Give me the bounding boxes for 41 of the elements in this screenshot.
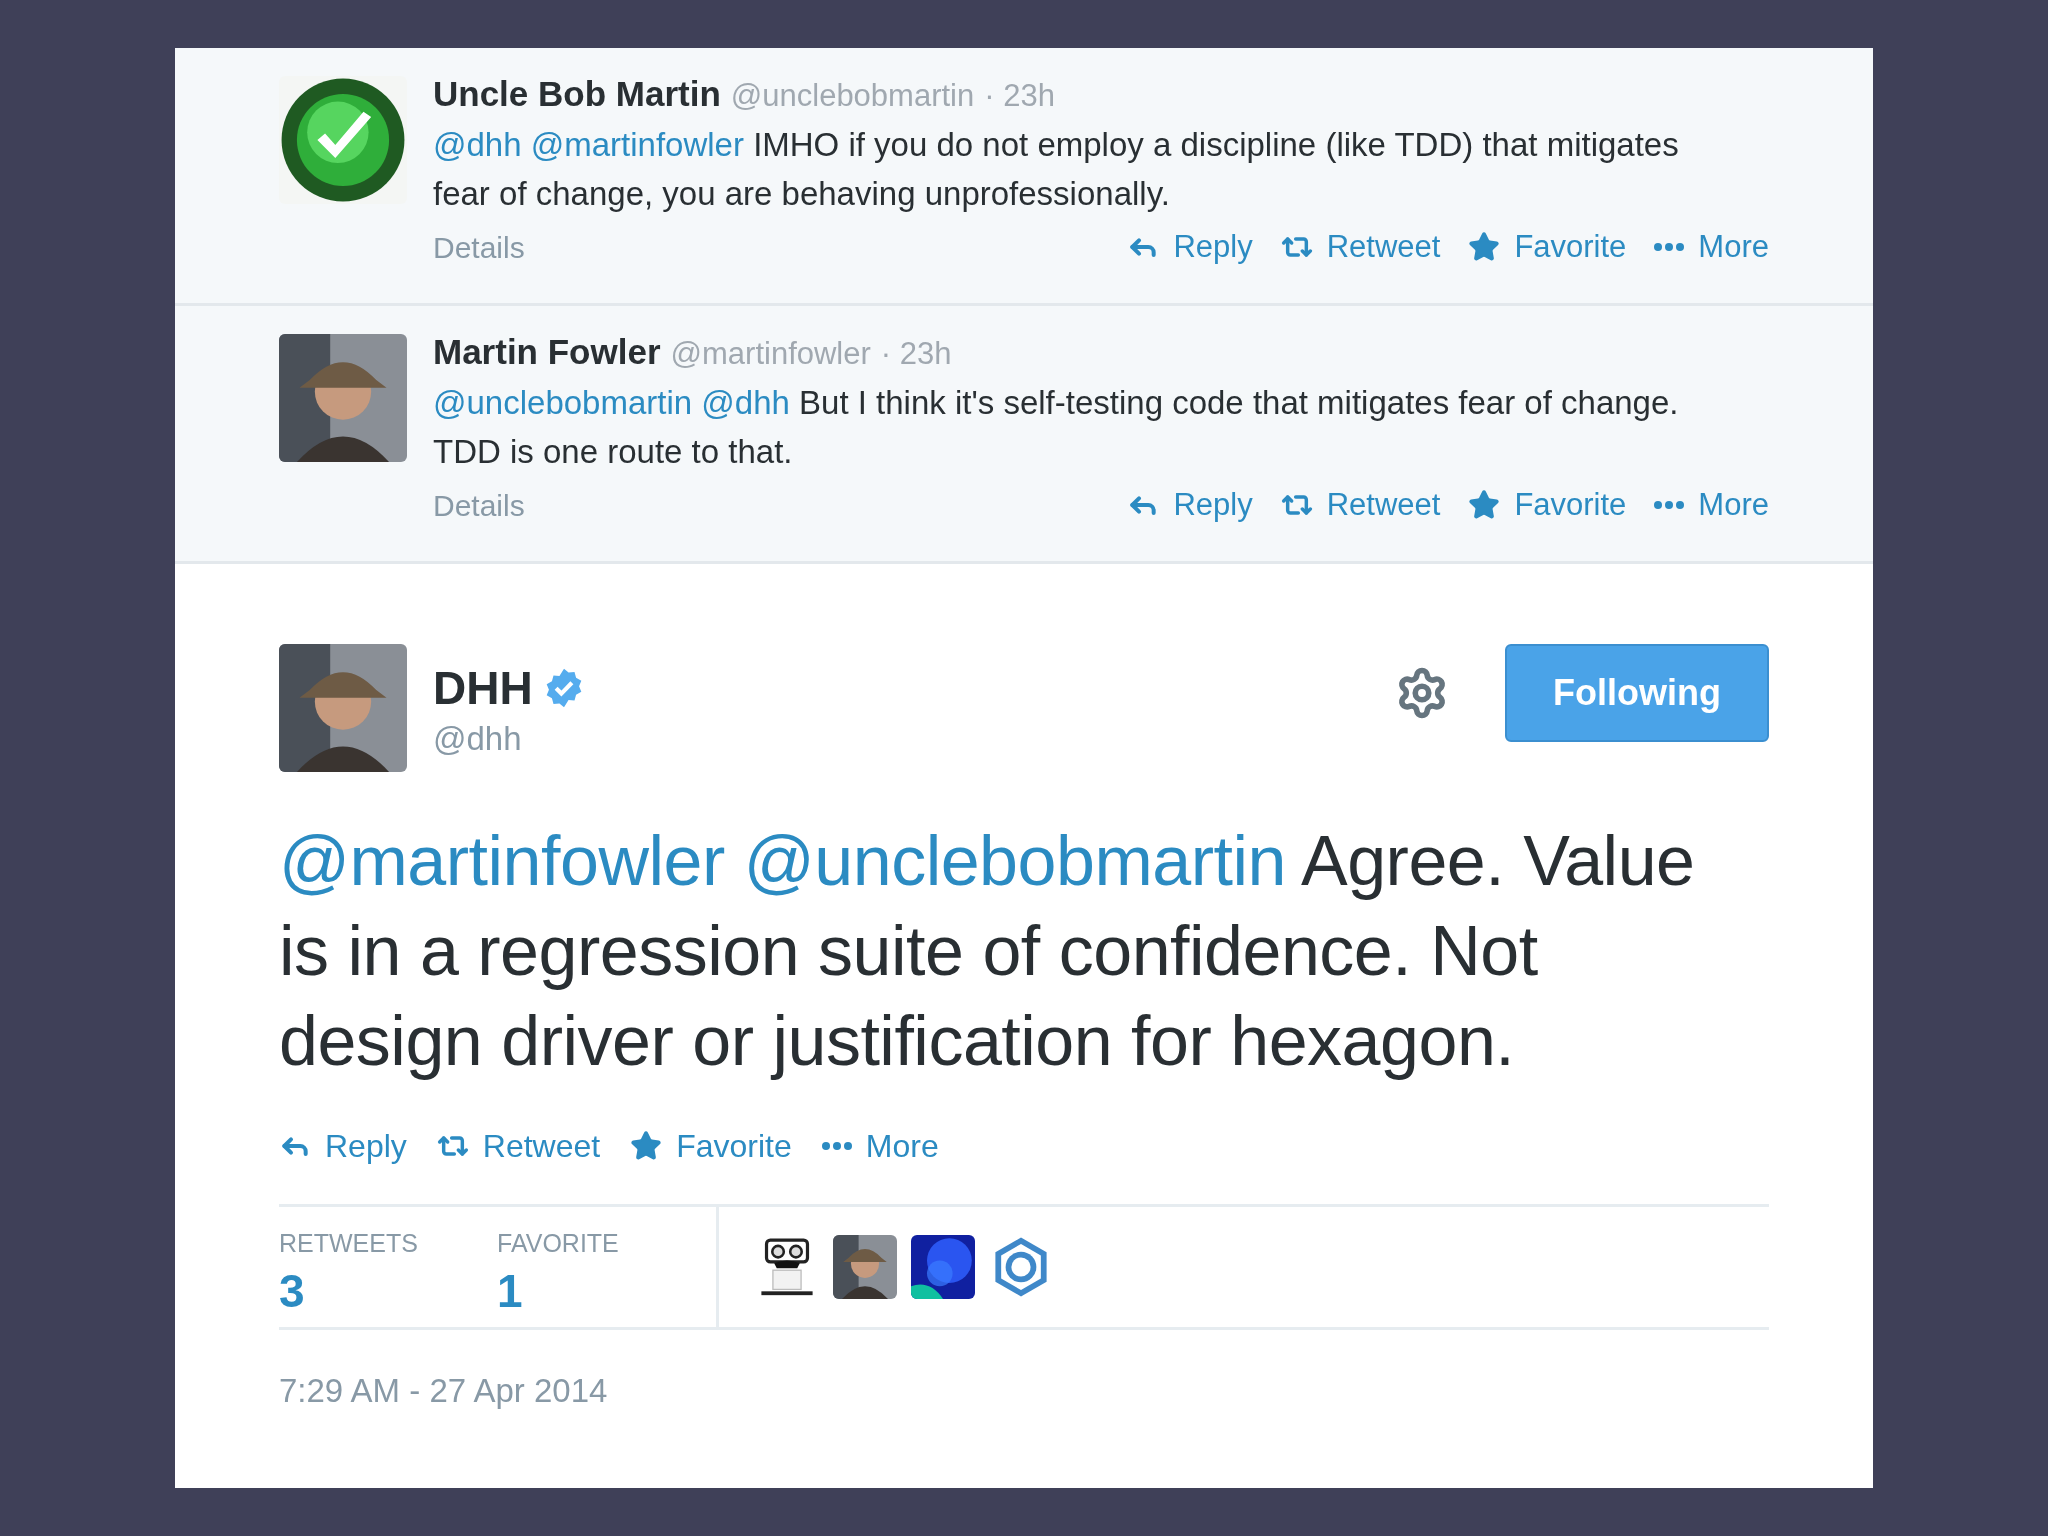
more-icon (1654, 243, 1685, 252)
mention-link[interactable]: @unclebobmartin (743, 822, 1286, 900)
details-link[interactable]: Details (433, 224, 525, 270)
mention-link[interactable]: @martinfowler (279, 822, 725, 900)
mention-link[interactable]: @unclebobmartin (433, 384, 693, 421)
more-button[interactable]: More (821, 1122, 939, 1170)
more-icon (1654, 501, 1685, 510)
author-handle[interactable]: @dhh (433, 714, 585, 764)
mention-link[interactable]: @dhh (701, 384, 790, 421)
retweet-button[interactable]: Retweet (1280, 224, 1441, 271)
reply-button[interactable]: Reply (1127, 482, 1253, 529)
mention-link[interactable]: @dhh (433, 126, 522, 163)
favorite-button[interactable]: Favorite (1468, 482, 1627, 529)
more-button[interactable]: More (1654, 482, 1769, 529)
author-handle[interactable]: @unclebobmartin (730, 72, 975, 120)
stat-label: FAVORITE (497, 1228, 620, 1259)
tweet-text: @unclebobmartin @dhh But I think it's self-testing code that mitigates fear of change. TDD is one route to that. (433, 383, 1680, 472)
retweet-button[interactable]: Retweet (436, 1122, 601, 1170)
tweet-time[interactable]: · 23h (880, 330, 952, 378)
favorite-button[interactable]: Favorite (1468, 224, 1627, 271)
author-handle[interactable]: @martinfowler (670, 330, 871, 378)
tweet-timestamp: 7:29 AM - 27 Apr 2014 (279, 1371, 609, 1411)
tweet-time[interactable]: · 23h (984, 72, 1055, 120)
stat-count[interactable]: 3 (279, 1262, 433, 1319)
mention-link[interactable]: @martinfowler (530, 126, 744, 163)
reply-button[interactable]: Reply (279, 1122, 407, 1170)
retweet-button[interactable]: Retweet (1280, 482, 1441, 529)
stat-label: RETWEETS (279, 1228, 419, 1259)
favorite-button[interactable]: Favorite (630, 1122, 792, 1170)
stat-count[interactable]: 1 (497, 1262, 651, 1319)
more-button[interactable]: More (1654, 224, 1769, 271)
more-icon (821, 1142, 852, 1150)
star-icon (630, 1130, 663, 1162)
author-name[interactable]: Martin Fowler (433, 328, 661, 376)
author-name[interactable]: DHH (433, 662, 533, 714)
following-button[interactable]: Following (1505, 644, 1769, 742)
author-name[interactable]: Uncle Bob Martin (433, 70, 721, 118)
tweet-text: @dhh @martinfowler IMHO if you do not employ a discipline (like TDD) that mitigates fear of change, you are behaving unprofessionally. (433, 125, 1680, 214)
tweet-text: @martinfowler @unclebobmartin Agree. Value is in a regression suite of confidence. Not design driver or justification for hexagon. (279, 821, 1696, 1082)
details-link[interactable]: Details (433, 482, 525, 528)
reply-button[interactable]: Reply (1127, 224, 1253, 271)
